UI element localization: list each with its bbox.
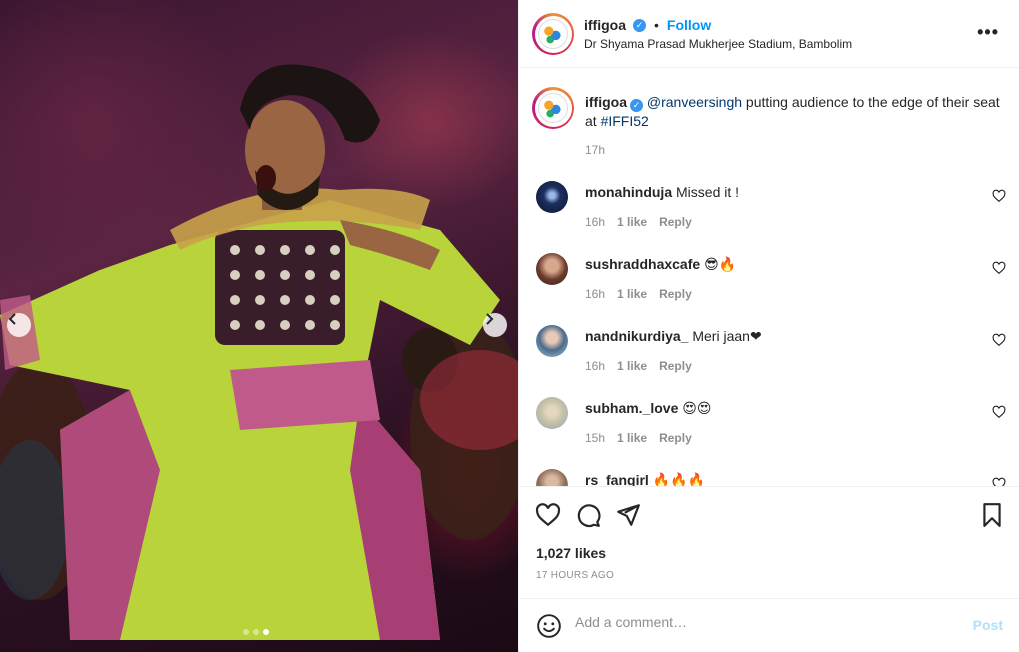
mention-link[interactable]: @ranveersingh <box>647 94 742 110</box>
reply-button[interactable]: Reply <box>659 215 692 229</box>
avatar[interactable] <box>536 181 568 213</box>
comment-text: 😍😍 <box>682 400 712 416</box>
comment-item: monahinduja Missed it ! 16h 1 like Reply <box>519 179 1019 251</box>
comment-username[interactable]: subham._love <box>585 400 678 416</box>
post-comment-button[interactable]: Post <box>973 617 1003 633</box>
share-icon[interactable] <box>615 502 641 528</box>
comment-time[interactable]: 16h <box>585 359 605 373</box>
comment-like-count[interactable]: 1 like <box>617 287 647 301</box>
post-timestamp[interactable]: 17 HOURS AGO <box>536 570 614 581</box>
carousel-prev-button[interactable] <box>7 313 31 337</box>
avatar[interactable] <box>536 469 568 486</box>
comment-item: sushraddhaxcafe 😎🔥 16h 1 like Reply <box>519 251 1019 323</box>
comment-username[interactable]: sushraddhaxcafe <box>585 256 700 272</box>
carousel-dot-active <box>263 629 269 635</box>
heart-icon[interactable] <box>992 261 1006 275</box>
comment-icon[interactable] <box>575 502 601 528</box>
comment-text: 🔥🔥🔥 <box>652 472 705 487</box>
iffi-logo <box>538 19 568 49</box>
comment-time[interactable]: 16h <box>585 215 605 229</box>
comment-text: Meri jaan❤ <box>692 328 762 344</box>
comment-time[interactable]: 16h <box>585 287 605 301</box>
carousel-dot <box>243 629 249 635</box>
comment-item: subham._love 😍😍 15h 1 like Reply <box>519 395 1019 467</box>
post-image[interactable] <box>0 0 518 652</box>
chevron-right-icon <box>486 313 494 325</box>
comments-list[interactable]: iffigoa ✓ @ranveersingh putting audience … <box>519 69 1019 487</box>
comment-input[interactable] <box>575 614 955 630</box>
post-details-panel: iffigoa ✓ • Follow Dr Shyama Prasad Mukh… <box>518 0 1019 652</box>
location-link[interactable]: Dr Shyama Prasad Mukherjee Stadium, Bamb… <box>584 37 852 51</box>
emoji-icon[interactable] <box>536 613 562 639</box>
separator-dot: • <box>654 17 659 33</box>
post-photo-illustration <box>0 64 518 640</box>
heart-icon[interactable] <box>992 189 1006 203</box>
comment-username[interactable]: rs_fangirl <box>585 472 649 486</box>
comment-like-count[interactable]: 1 like <box>617 431 647 445</box>
avatar[interactable] <box>536 253 568 285</box>
reply-button[interactable]: Reply <box>659 359 692 373</box>
heart-icon[interactable] <box>992 333 1006 347</box>
bookmark-icon[interactable] <box>979 502 1005 528</box>
comment-username[interactable]: monahinduja <box>585 184 672 200</box>
comment-time[interactable]: 15h <box>585 431 605 445</box>
like-count[interactable]: 1,027 likes <box>536 545 606 561</box>
comment-item: nandnikurdiya_ Meri jaan❤ 16h 1 like Reply <box>519 323 1019 395</box>
carousel-dot <box>253 629 259 635</box>
comment-like-count[interactable]: 1 like <box>617 359 647 373</box>
reply-button[interactable]: Reply <box>659 431 692 445</box>
more-options-icon[interactable]: ••• <box>977 22 999 43</box>
chevron-left-icon <box>8 313 16 325</box>
verified-badge-icon: ✓ <box>633 18 646 32</box>
comment-text: Missed it ! <box>676 184 740 200</box>
post-header: iffigoa ✓ • Follow Dr Shyama Prasad Mukh… <box>519 0 1019 68</box>
heart-icon[interactable] <box>992 405 1006 419</box>
avatar[interactable] <box>536 397 568 429</box>
follow-button[interactable]: Follow <box>667 17 711 33</box>
comment-username[interactable]: nandnikurdiya_ <box>585 328 688 344</box>
heart-icon[interactable] <box>535 502 561 528</box>
iffi-logo <box>538 93 568 123</box>
add-comment-bar: Post <box>519 598 1019 652</box>
verified-badge-icon: ✓ <box>630 99 643 112</box>
carousel-next-button[interactable] <box>483 313 507 337</box>
avatar[interactable] <box>536 325 568 357</box>
post-caption: iffigoa ✓ @ranveersingh putting audience … <box>519 69 1019 179</box>
caption-username[interactable]: iffigoa <box>585 94 627 110</box>
hashtag-link[interactable]: #IFFI52 <box>601 113 649 129</box>
reply-button[interactable]: Reply <box>659 287 692 301</box>
post-actions-bar <box>519 498 1019 534</box>
comment-like-count[interactable]: 1 like <box>617 215 647 229</box>
caption-timestamp[interactable]: 17h <box>585 143 605 157</box>
comment-item: rs_fangirl 🔥🔥🔥 <box>519 467 1019 487</box>
avatar[interactable] <box>532 13 574 55</box>
carousel-indicator <box>243 629 269 635</box>
heart-icon[interactable] <box>992 477 1006 487</box>
header-username[interactable]: iffigoa <box>584 17 626 33</box>
comment-text: 😎🔥 <box>704 256 737 272</box>
caption-avatar[interactable] <box>532 87 574 129</box>
